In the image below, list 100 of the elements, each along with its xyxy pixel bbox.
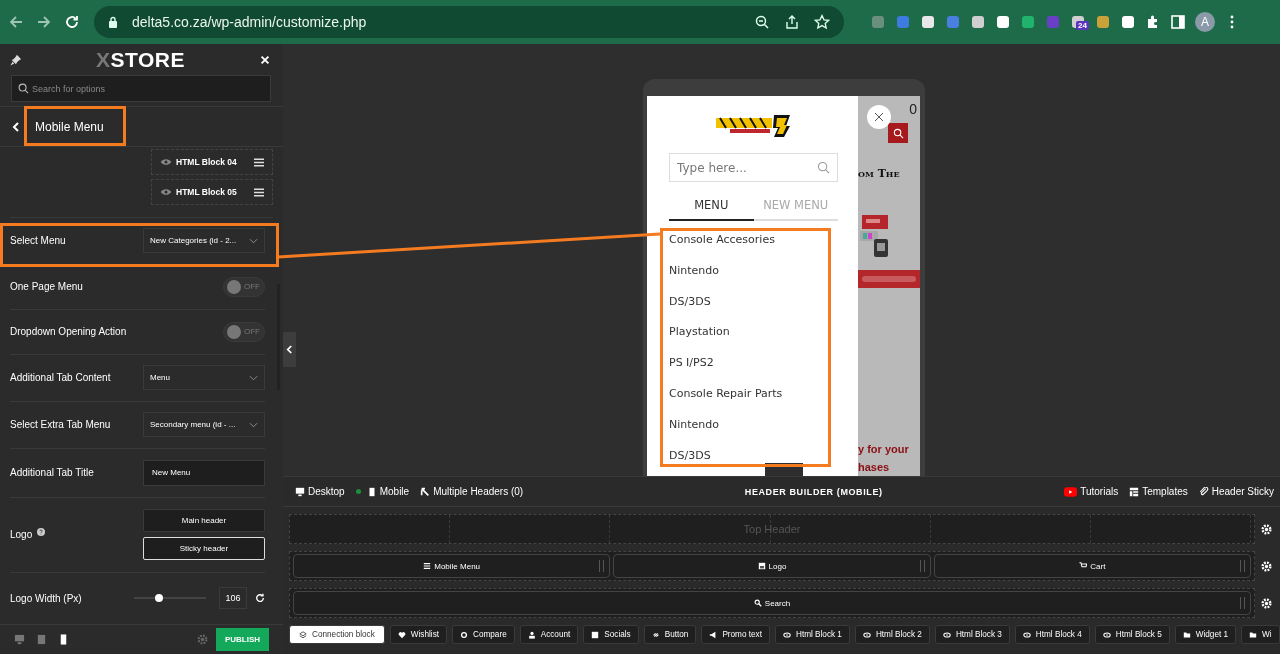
menu-item[interactable]: Nintendo — [669, 412, 838, 444]
builder-link[interactable]: Header Sticky — [1198, 486, 1274, 497]
setting-label: Select Menu — [10, 235, 66, 247]
grid-icon — [1129, 486, 1140, 497]
setting-label: Logo Width (Px) — [10, 592, 82, 604]
desktop-icon[interactable] — [14, 633, 25, 645]
element-chip[interactable]: Connection block — [289, 625, 385, 644]
element-chip[interactable]: Account — [519, 625, 579, 644]
setting-label: One Page Menu — [10, 281, 83, 293]
element-chip[interactable]: Widget 1 — [1174, 625, 1237, 644]
search-field[interactable]: Search for options — [11, 75, 271, 103]
chevron-down-icon — [249, 374, 258, 381]
text-field[interactable]: New Menu — [143, 459, 265, 486]
header-element[interactable]: Logo — [613, 554, 931, 578]
search-icon[interactable] — [817, 161, 830, 174]
menu-item[interactable]: Playstation — [669, 320, 838, 352]
element-label: Search — [764, 598, 791, 608]
zoom-icon[interactable] — [754, 14, 770, 30]
mobile-icon[interactable] — [58, 633, 69, 645]
reset-icon[interactable] — [255, 593, 265, 604]
number-field[interactable]: 106 — [219, 587, 247, 610]
star-icon[interactable] — [814, 14, 830, 30]
element-chip[interactable]: Html Block 3 — [934, 625, 1010, 644]
collapse-button[interactable] — [283, 332, 296, 367]
square-icon — [591, 630, 600, 639]
chevron-down-icon — [249, 237, 258, 244]
menu-item[interactable]: PS I/PS2 — [669, 351, 838, 382]
drag-handle-icon[interactable] — [254, 157, 264, 167]
element-chip[interactable]: Html Block 1 — [774, 625, 850, 644]
menu-item[interactable]: Nintendo — [669, 258, 838, 290]
section-title: Mobile Menu — [35, 119, 104, 134]
promo-text: y for your — [858, 442, 909, 457]
search-icon — [892, 127, 904, 139]
extension-icon[interactable] — [920, 14, 936, 30]
extension-icon[interactable] — [995, 14, 1011, 30]
page-heading: om The — [858, 167, 900, 180]
menu-item[interactable]: DS/3DS — [669, 443, 838, 475]
pin-icon[interactable] — [10, 53, 22, 66]
header-element[interactable]: Cart — [933, 554, 1251, 578]
select-dropdown[interactable]: Menu — [143, 365, 265, 391]
element-chip[interactable]: Promo text — [701, 625, 770, 644]
element-chip[interactable]: Wishlist — [389, 625, 447, 644]
help-icon[interactable] — [37, 527, 46, 536]
view-tab[interactable]: Desktop — [295, 486, 345, 497]
cart-icon — [1079, 562, 1088, 570]
eye-icon[interactable] — [160, 188, 172, 197]
header-row-area[interactable]: Mobile Menu Logo Cart — [289, 551, 1255, 581]
back-icon[interactable] — [8, 14, 24, 30]
search-icon — [18, 83, 29, 95]
element-label: Mobile Menu — [434, 561, 481, 571]
builder-link[interactable]: Tutorials — [1064, 486, 1119, 497]
element-label: Logo — [768, 561, 787, 571]
element-chip[interactable]: Button — [643, 625, 697, 644]
element-chip[interactable]: Wi — [1241, 625, 1280, 644]
view-tab[interactable]: Mobile — [355, 486, 410, 497]
option-button[interactable]: Main header — [143, 509, 265, 533]
eye-icon — [1022, 630, 1031, 639]
eye-icon — [782, 630, 791, 639]
cart-count: 0 — [909, 101, 917, 117]
slider-thumb[interactable] — [155, 594, 164, 603]
setting-label: Additional Tab Title — [10, 467, 94, 479]
element-chip[interactable]: Compare — [452, 625, 515, 644]
option-button[interactable]: Sticky header — [143, 537, 265, 561]
select-dropdown[interactable]: New Categories (id - 2... — [143, 228, 265, 254]
eye-icon[interactable] — [160, 158, 172, 167]
forward-icon[interactable] — [36, 14, 52, 30]
element-label: Cart — [1090, 561, 1106, 571]
search-button[interactable] — [888, 123, 908, 143]
extension-icon[interactable] — [1120, 14, 1136, 30]
chevron-down-icon — [249, 421, 258, 428]
select-dropdown[interactable]: Secondary menu (id - ... — [143, 412, 265, 438]
share-icon[interactable] — [784, 14, 800, 30]
menu-tab[interactable]: MENU — [669, 198, 754, 221]
builder-link[interactable]: Templates — [1129, 486, 1188, 497]
close-button[interactable] — [867, 105, 891, 129]
setting-label: Select Extra Tab Menu — [10, 419, 111, 431]
play-icon — [1064, 486, 1078, 497]
address-bar[interactable]: delta5.co.za/wp-admin/customize.php — [94, 6, 844, 38]
extension-icon[interactable] — [970, 14, 986, 30]
menu-item[interactable]: DS/3DS — [669, 289, 838, 321]
header-element[interactable]: Mobile Menu — [293, 554, 611, 578]
html-block-item[interactable]: HTML Block 04 — [151, 149, 273, 176]
folder-icon — [1182, 630, 1191, 639]
reload-icon[interactable] — [64, 14, 80, 30]
element-chip[interactable]: Html Block 2 — [854, 625, 930, 644]
tablet-icon[interactable] — [36, 633, 47, 645]
menu-item[interactable]: Console Repair Parts — [669, 382, 838, 413]
setting-label: Additional Tab Content — [10, 372, 111, 384]
close-icon[interactable] — [259, 53, 271, 66]
side-panel-icon[interactable] — [1170, 14, 1186, 30]
folder-icon — [1249, 630, 1258, 639]
menu-item[interactable]: Console Accesories — [669, 228, 838, 259]
drag-handle-icon[interactable] — [254, 187, 264, 197]
back-chevron-icon[interactable] — [12, 121, 20, 132]
html-block-item[interactable]: HTML Block 05 — [151, 179, 273, 206]
element-chip[interactable]: Html Block 5 — [1094, 625, 1170, 644]
extension-icon[interactable] — [1095, 14, 1111, 30]
element-chip[interactable]: Html Block 4 — [1014, 625, 1090, 644]
element-chip[interactable]: Socials — [583, 625, 639, 644]
multiple-headers-link[interactable]: Multiple Headers (0) — [420, 486, 524, 497]
